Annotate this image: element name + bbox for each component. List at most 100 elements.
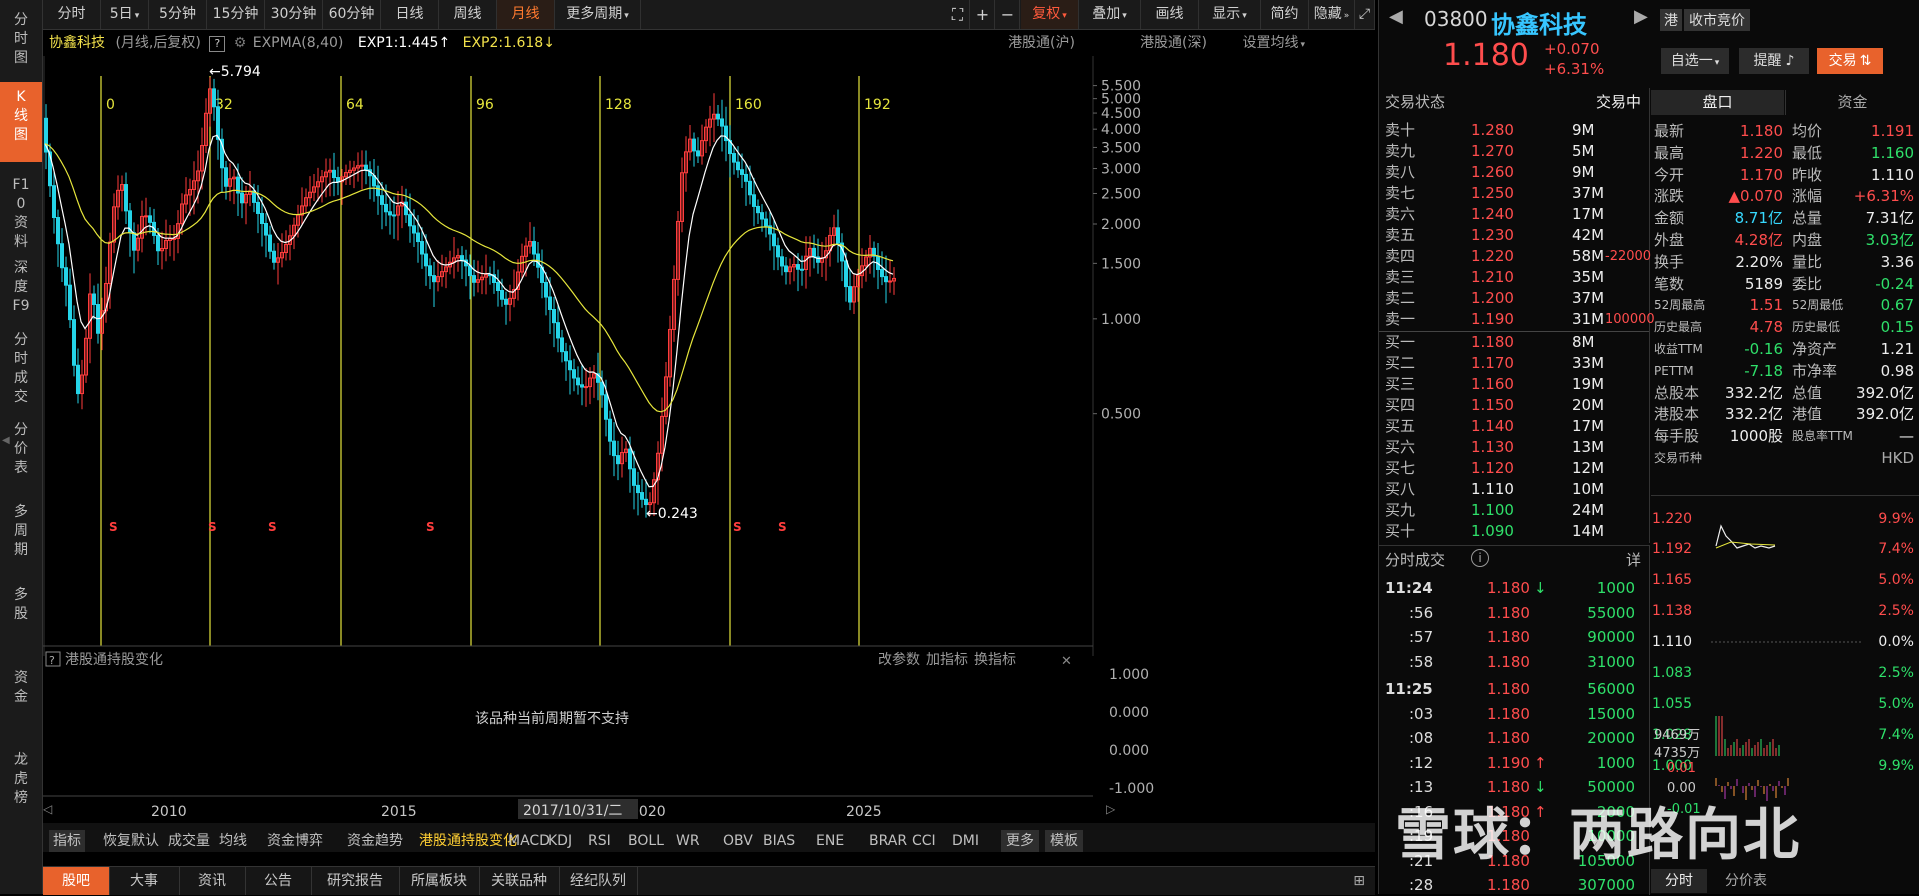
bottom-tab-6[interactable]: 关联品种 xyxy=(479,867,560,895)
indicator-tab-13[interactable]: BIAS xyxy=(763,830,795,852)
indicator-tab-9[interactable]: RSI xyxy=(588,830,611,852)
indicator-tab-5[interactable]: 资金趋势 xyxy=(347,830,403,852)
watchlist-button[interactable]: 自选一 ▾ xyxy=(1661,48,1729,74)
indicator-tab-10[interactable]: BOLL xyxy=(628,830,664,852)
fullscreen-icon[interactable]: ⤢ xyxy=(1355,0,1375,29)
ask-row[interactable]: 卖九 1.270 5M xyxy=(1379,141,1649,162)
nav-3[interactable]: 深度F9 xyxy=(0,253,42,321)
next-stock-icon[interactable]: ▶ xyxy=(1634,6,1648,27)
detail-button[interactable]: 详 xyxy=(1626,549,1641,570)
period-1[interactable]: 5日 ▾ xyxy=(101,0,149,29)
indicator-tab-7[interactable]: MACD xyxy=(508,830,550,852)
bid-row[interactable]: 买二 1.170 33M xyxy=(1379,353,1649,374)
nav-1[interactable]: K线图 xyxy=(0,82,42,162)
period-6[interactable]: 日线 xyxy=(381,0,439,29)
nav-2[interactable]: F10资料 xyxy=(0,170,42,250)
indicator-tab-17[interactable]: DMI xyxy=(952,830,979,852)
period-5[interactable]: 60分钟 xyxy=(323,0,381,29)
ask-row[interactable]: 卖二 1.200 37M xyxy=(1379,288,1649,309)
set-ma-link[interactable]: 设置均线 ▾ xyxy=(1242,30,1305,58)
indicator-tab-14[interactable]: ENE xyxy=(816,830,844,852)
toolbar-3[interactable]: 显示 ▾ xyxy=(1199,0,1261,29)
bottom-tab-1[interactable]: 大事 xyxy=(109,867,180,895)
bid-row[interactable]: 买五 1.140 17M xyxy=(1379,416,1649,437)
indicator-tab-0[interactable]: 指标 xyxy=(49,830,85,852)
indicator-tab-12[interactable]: OBV xyxy=(723,830,753,852)
bottom-tab-5[interactable]: 所属板块 xyxy=(399,867,480,895)
collapse-arrow-icon[interactable]: ◀ xyxy=(2,435,10,446)
subpanel-link[interactable]: 换指标 xyxy=(974,651,1016,668)
period-0[interactable]: 分时 xyxy=(43,0,101,29)
link-hk-connect-sz[interactable]: 港股通(深) xyxy=(1140,30,1207,56)
ask-row[interactable]: 卖五 1.230 42M xyxy=(1379,225,1649,246)
indicator-tab-19[interactable]: 模板 xyxy=(1045,830,1083,852)
info-icon[interactable]: i xyxy=(1471,549,1489,567)
scroll-right-icon[interactable]: ▷ xyxy=(1106,802,1116,816)
nav-7[interactable]: 多股 xyxy=(0,580,42,650)
indicator-tab-4[interactable]: 资金博弈 xyxy=(267,830,323,852)
help-icon[interactable]: ? xyxy=(209,36,226,52)
bid-row[interactable]: 买九 1.100 24M xyxy=(1379,500,1649,521)
ask-row[interactable]: 卖七 1.250 37M xyxy=(1379,183,1649,204)
lock-icon[interactable]: ⛶ xyxy=(946,0,970,29)
bid-row[interactable]: 买三 1.160 19M xyxy=(1379,374,1649,395)
nav-5[interactable]: 分价表 xyxy=(0,415,42,485)
quote-tab-1[interactable]: 资金 xyxy=(1785,90,1919,115)
popout-icon[interactable]: ⊞ xyxy=(1353,867,1365,895)
plus-icon[interactable]: + xyxy=(971,0,995,29)
indicator-name[interactable]: EXPMA(8,40) xyxy=(253,35,344,51)
alert-button[interactable]: 提醒 ♪ xyxy=(1739,48,1809,74)
quote-tab-0[interactable]: 盘口 xyxy=(1651,90,1784,115)
ask-row[interactable]: 卖三 1.210 35M xyxy=(1379,267,1649,288)
bid-row[interactable]: 买六 1.130 13M xyxy=(1379,437,1649,458)
indicator-tab-18[interactable]: 更多 xyxy=(1001,830,1039,852)
period-9[interactable]: 更多周期 ▾ xyxy=(555,0,641,29)
minus-icon[interactable]: − xyxy=(996,0,1020,29)
mini-tab-0[interactable]: 分时 xyxy=(1651,869,1707,893)
link-hk-connect-sh[interactable]: 港股通(沪) xyxy=(1008,30,1075,56)
subpanel-link[interactable]: 加指标 xyxy=(926,652,968,668)
bid-row[interactable]: 买七 1.120 12M xyxy=(1379,458,1649,479)
indicator-tab-16[interactable]: CCI xyxy=(912,830,936,852)
nav-9[interactable]: 龙虎榜 xyxy=(0,745,42,825)
period-8[interactable]: 月线 xyxy=(497,0,555,29)
bid-row[interactable]: 买十 1.090 14M xyxy=(1379,521,1649,542)
nav-8[interactable]: 资金 xyxy=(0,663,42,733)
indicator-tab-15[interactable]: BRAR xyxy=(869,830,907,852)
bottom-tab-4[interactable]: 研究报告 xyxy=(311,867,400,895)
indicator-tab-8[interactable]: KDJ xyxy=(548,830,572,852)
bottom-tab-3[interactable]: 公告 xyxy=(245,867,312,895)
nav-6[interactable]: 多周期 xyxy=(0,497,42,572)
subpanel-link[interactable]: 改参数 xyxy=(878,651,920,668)
gear-icon[interactable]: ⚙ xyxy=(234,35,247,51)
prev-stock-icon[interactable]: ◀ xyxy=(1389,6,1403,27)
scroll-left-icon[interactable]: ◁ xyxy=(43,802,52,816)
toolbar-2[interactable]: 画线 xyxy=(1141,0,1199,29)
bottom-tab-7[interactable]: 经纪队列 xyxy=(559,867,638,895)
mini-tab-1[interactable]: 分价表 xyxy=(1711,869,1781,893)
ask-row[interactable]: 卖八 1.260 9M xyxy=(1379,162,1649,183)
period-3[interactable]: 15分钟 xyxy=(207,0,265,29)
close-icon[interactable]: ✕ xyxy=(1061,654,1072,669)
indicator-tab-1[interactable]: 恢复默认 xyxy=(103,830,159,852)
indicator-tab-11[interactable]: WR xyxy=(676,830,700,852)
ask-row[interactable]: 卖四 1.220 58M -22000 xyxy=(1379,246,1651,267)
indicator-tab-3[interactable]: 均线 xyxy=(219,830,247,852)
period-2[interactable]: 5分钟 xyxy=(149,0,207,29)
kline-chart[interactable]: 5.5005.0004.5004.0003.5003.0002.5002.000… xyxy=(43,56,1375,836)
period-7[interactable]: 周线 xyxy=(439,0,497,29)
toolbar-5[interactable]: 隐藏» xyxy=(1309,0,1355,29)
period-4[interactable]: 30分钟 xyxy=(265,0,323,29)
indicator-tab-2[interactable]: 成交量 xyxy=(168,830,210,852)
indicator-tab-6[interactable]: 港股通持股变化 xyxy=(419,830,517,852)
nav-4[interactable]: 分时成交 xyxy=(0,325,42,410)
ask-row[interactable]: 卖一 1.190 31M 100000 xyxy=(1379,309,1655,330)
ask-row[interactable]: 卖六 1.240 17M xyxy=(1379,204,1649,225)
bottom-tab-2[interactable]: 资讯 xyxy=(179,867,246,895)
toolbar-4[interactable]: 简约 xyxy=(1261,0,1309,29)
nav-0[interactable]: 分时图 xyxy=(0,5,42,75)
bid-row[interactable]: 买八 1.110 10M xyxy=(1379,479,1649,500)
toolbar-0[interactable]: 复权 ▾ xyxy=(1021,0,1079,29)
bid-row[interactable]: 买四 1.150 20M xyxy=(1379,395,1649,416)
ask-row[interactable]: 卖十 1.280 9M xyxy=(1379,120,1649,141)
